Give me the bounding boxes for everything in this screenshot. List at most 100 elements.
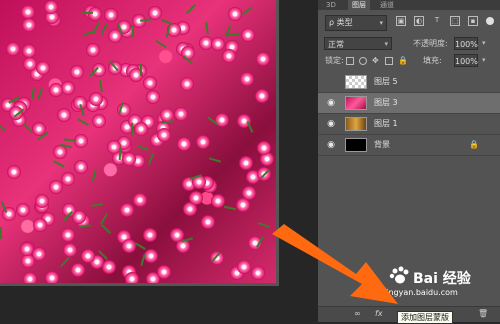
flower-blossom xyxy=(256,52,270,66)
flower-blossom xyxy=(74,160,88,174)
tab-layers[interactable]: 图层 xyxy=(348,0,370,10)
flower-blossom xyxy=(236,198,250,212)
flower-photo xyxy=(0,0,276,283)
leaf xyxy=(100,224,112,234)
leaf xyxy=(186,3,196,15)
document-image[interactable] xyxy=(0,0,279,286)
leaf xyxy=(100,23,108,35)
eye-icon[interactable]: ◉ xyxy=(326,140,336,150)
leaf xyxy=(241,6,253,16)
flower-blossom xyxy=(57,108,71,122)
blend-mode-value: 正常 xyxy=(328,40,344,49)
layer-row[interactable]: ◉ 图层 1 xyxy=(318,114,500,135)
panel-tabs: 3D 图层 通道 xyxy=(318,0,500,10)
eye-icon[interactable]: ◉ xyxy=(326,119,336,129)
layer-name: 背景 xyxy=(374,140,390,149)
leaf xyxy=(147,153,155,165)
flower-blossom xyxy=(174,107,188,121)
flower-blossom xyxy=(122,152,136,166)
flower-blossom xyxy=(102,260,116,274)
layer-name: 图层 3 xyxy=(374,98,398,107)
flower-blossom xyxy=(177,137,191,151)
flower-blossom xyxy=(240,72,254,86)
flower-blossom xyxy=(157,128,171,142)
chevron-down-icon: ▾ xyxy=(384,40,388,48)
chevron-down-icon[interactable]: ▾ xyxy=(482,56,497,64)
lock-artboard-icon[interactable] xyxy=(385,57,393,65)
blend-mode-select[interactable]: 正常 ▾ xyxy=(324,37,392,50)
leaf xyxy=(90,203,104,207)
flower-blossom xyxy=(196,135,210,149)
leaf xyxy=(258,222,270,228)
flower-blossom xyxy=(23,57,37,71)
chevron-down-icon[interactable]: ▾ xyxy=(482,39,497,47)
leaf xyxy=(0,122,7,132)
leaf xyxy=(131,123,133,135)
type-filter-icon[interactable]: T xyxy=(432,16,442,26)
flower-blossom xyxy=(134,122,148,136)
leaf xyxy=(37,88,43,100)
flower-blossom xyxy=(201,215,215,229)
lock-transparent-icon[interactable] xyxy=(346,57,354,65)
leaf xyxy=(134,242,146,250)
flower-blossom xyxy=(36,61,50,75)
tab-channels[interactable]: 通道 xyxy=(380,0,394,10)
layer-thumbnail xyxy=(345,117,367,131)
leaf xyxy=(100,213,108,225)
flower-blossom xyxy=(61,228,75,242)
flower-blossom xyxy=(81,249,95,263)
watermark-brand: Bai 经验 xyxy=(413,271,471,287)
leaf xyxy=(60,256,70,268)
flower-blossom xyxy=(104,8,118,22)
adjustment-filter-icon[interactable]: ◐ xyxy=(414,16,424,26)
flower-blossom xyxy=(143,228,157,242)
leaf xyxy=(63,138,77,142)
pixel-filter-icon[interactable]: ▣ xyxy=(396,16,406,26)
layer-row[interactable]: ◉ 背景 🔒 xyxy=(318,135,500,156)
flower-blossom xyxy=(6,42,20,56)
fill-value[interactable]: 100% xyxy=(454,54,478,67)
leaf xyxy=(155,39,167,49)
tab-3d[interactable]: 3D xyxy=(326,0,336,10)
eye-icon[interactable]: ◉ xyxy=(326,98,336,108)
flower-blossom xyxy=(22,18,36,32)
flower-blossom xyxy=(211,37,225,51)
opacity-value[interactable]: 100% xyxy=(454,37,478,50)
flower-blossom xyxy=(7,165,21,179)
visibility-off-slot[interactable] xyxy=(326,77,336,87)
layer-row[interactable]: 图层 5 xyxy=(318,72,500,93)
leaf xyxy=(161,18,173,26)
flower-blossom xyxy=(71,263,85,277)
flower-blossom xyxy=(255,89,269,103)
layer-thumbnail xyxy=(345,75,367,89)
leaf xyxy=(139,18,153,22)
lock-position-icon[interactable]: ✥ xyxy=(372,57,380,65)
flower-blossom xyxy=(74,134,88,148)
flower-blossom xyxy=(251,266,265,280)
leaf xyxy=(224,25,232,37)
filter-toggle[interactable] xyxy=(486,17,494,25)
leaf xyxy=(140,64,142,76)
leaf xyxy=(91,169,97,183)
leaf xyxy=(98,79,104,93)
layer-name: 图层 1 xyxy=(374,119,398,128)
trash-icon[interactable]: 🗑 xyxy=(478,309,488,318)
flower-blossom xyxy=(89,92,103,106)
flower-blossom xyxy=(61,172,75,186)
flower-blossom xyxy=(239,156,253,170)
smart-object-filter-icon[interactable]: ▪ xyxy=(468,16,478,26)
flower-blossom xyxy=(157,265,171,279)
flower-blossom xyxy=(144,249,158,263)
lock-all-icon[interactable]: 🔒 xyxy=(398,57,408,65)
lock-icon: 🔒 xyxy=(469,140,479,149)
filter-kind-select[interactable]: ρ 类型 ▾ xyxy=(325,15,387,31)
flower-blossom xyxy=(61,81,75,95)
shape-filter-icon[interactable]: ⬚ xyxy=(450,16,460,26)
leaf xyxy=(77,118,89,126)
leaf xyxy=(30,86,36,100)
leaf xyxy=(223,205,237,211)
flower-blossom xyxy=(237,260,251,274)
flower-blossom xyxy=(180,77,194,91)
layer-row[interactable]: ◉ 图层 3 xyxy=(318,93,500,114)
lock-image-icon[interactable] xyxy=(359,57,367,65)
